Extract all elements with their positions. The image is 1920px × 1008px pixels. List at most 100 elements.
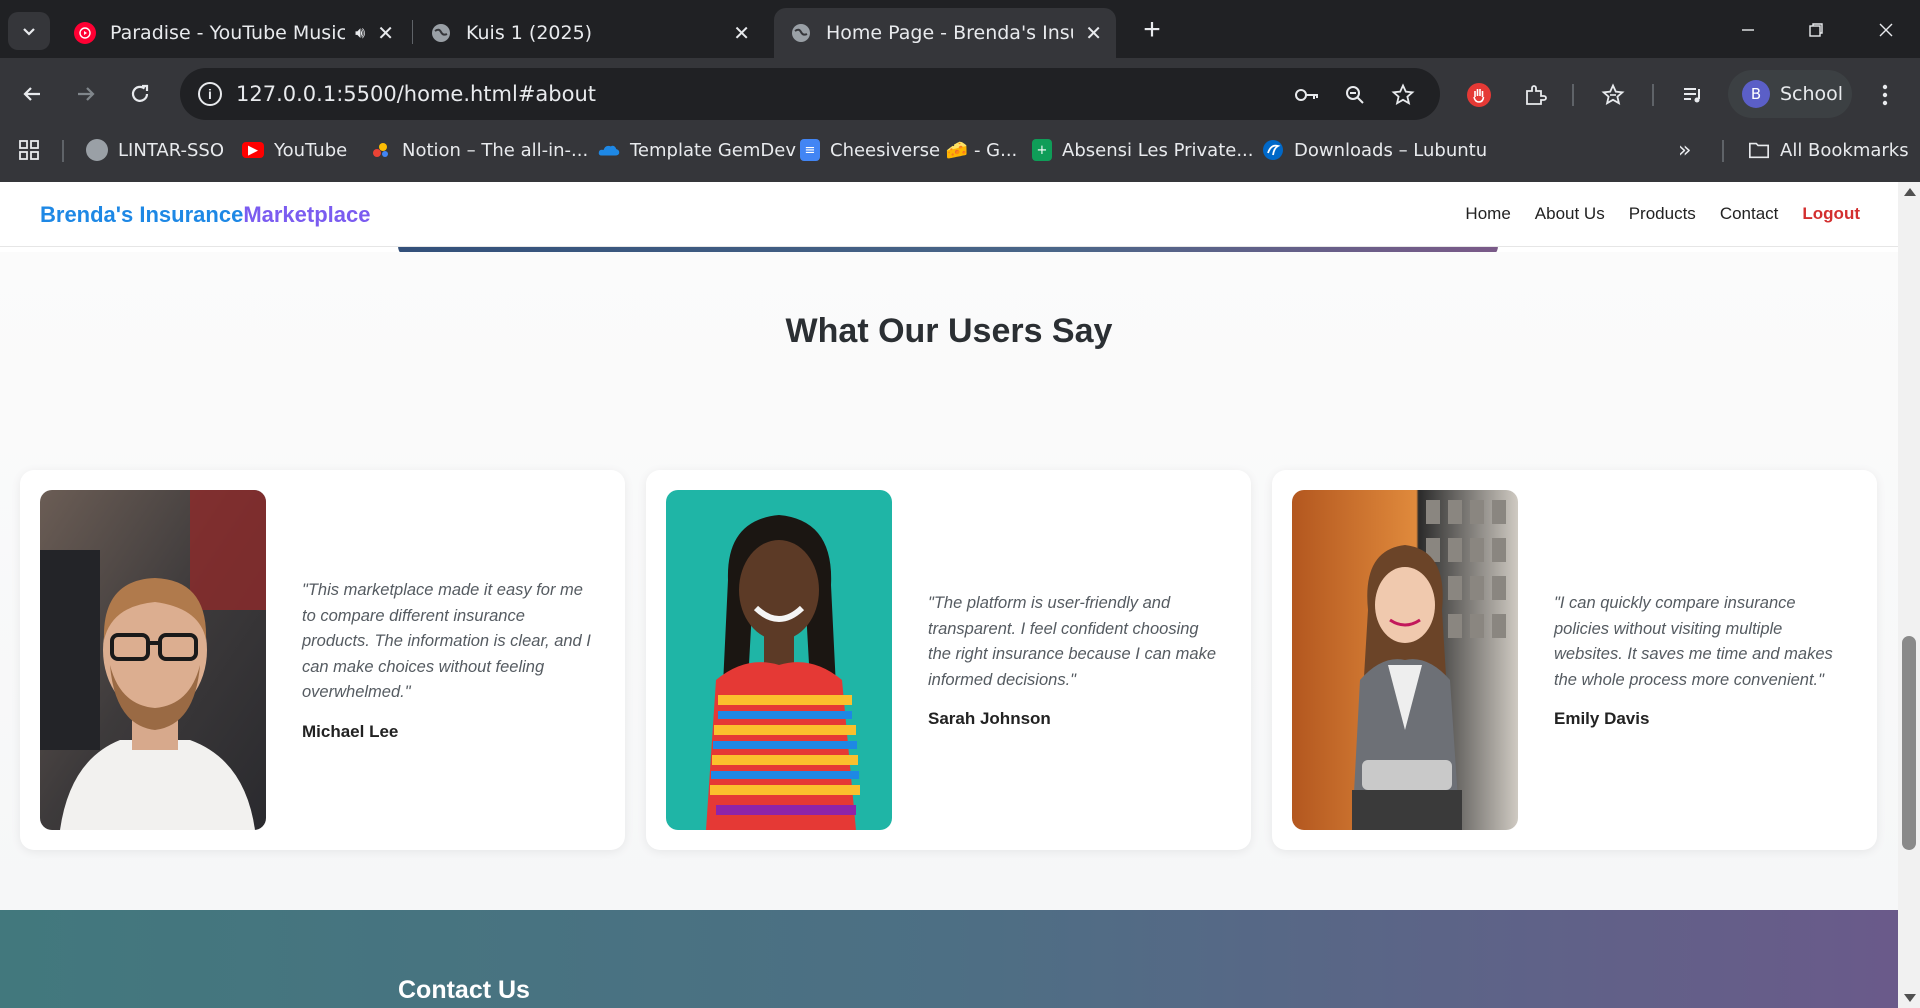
restore-button[interactable] xyxy=(1788,10,1844,50)
nav-links: Home About Us Products Contact Logout xyxy=(1465,204,1860,224)
testimonial-body: "The platform is user-friendly and trans… xyxy=(928,490,1218,830)
bookmark-template-gemdev[interactable]: Template GemDev xyxy=(598,136,796,164)
bookmark-separator xyxy=(62,140,64,162)
reading-list-star-icon[interactable] xyxy=(1596,78,1630,112)
onedrive-icon xyxy=(598,139,620,161)
youtube-icon: ▶ xyxy=(242,142,264,158)
scroll-up-arrow-icon[interactable] xyxy=(1904,188,1916,196)
user-photo-michael-lee xyxy=(40,490,266,830)
close-tab-icon[interactable]: ✕ xyxy=(733,21,750,45)
arrow-right-icon xyxy=(78,87,95,101)
testimonial-quote: "The platform is user-friendly and trans… xyxy=(928,594,1217,689)
bookmark-notion[interactable]: Notion – The all-in-... xyxy=(370,136,588,164)
tab-title: Kuis 1 (2025) xyxy=(466,22,593,44)
bookmark-label: Absensi Les Private... xyxy=(1062,139,1254,161)
site-info-icon[interactable]: i xyxy=(198,82,222,106)
tab-title: Paradise - YouTube Music xyxy=(110,22,346,44)
bookmark-label: YouTube xyxy=(274,139,348,161)
back-button[interactable] xyxy=(12,74,52,114)
testimonial-author: Sarah Johnson xyxy=(928,709,1051,728)
user-photo-sarah-johnson xyxy=(666,490,892,830)
all-bookmarks-button[interactable]: All Bookmarks xyxy=(1748,136,1909,164)
minimize-button[interactable] xyxy=(1720,10,1776,50)
profile-button[interactable]: B School xyxy=(1728,70,1852,118)
bookmark-lintar-sso[interactable]: LINTAR-SSO xyxy=(86,136,224,164)
browser-chrome: Paradise - YouTube Music 🔊︎ ✕ Kuis 1 (20… xyxy=(0,0,1920,182)
tab-youtube-music[interactable]: Paradise - YouTube Music 🔊︎ ✕ xyxy=(58,8,408,58)
kebab-menu-icon[interactable] xyxy=(1868,78,1902,112)
profile-name: School xyxy=(1780,83,1844,105)
user-photo-emily-davis xyxy=(1292,490,1518,830)
media-control-icon[interactable] xyxy=(1676,78,1710,112)
bookmark-star-icon[interactable] xyxy=(1388,80,1418,110)
site-logo[interactable]: Brenda's InsuranceMarketplace xyxy=(40,202,371,228)
bookmark-label: Cheesiverse 🧀 - G... xyxy=(830,139,1018,161)
nav-home-link[interactable]: Home xyxy=(1465,204,1510,224)
scroll-down-arrow-icon[interactable] xyxy=(1904,994,1916,1002)
scrollbar-thumb[interactable] xyxy=(1902,636,1916,850)
chevron-down-icon xyxy=(23,28,35,36)
contact-section: Contact Us xyxy=(0,910,1898,1008)
close-window-button[interactable] xyxy=(1858,10,1914,50)
tab-strip: Paradise - YouTube Music 🔊︎ ✕ Kuis 1 (20… xyxy=(0,0,1920,58)
bookmark-label: Notion – The all-in-... xyxy=(402,139,589,161)
toolbar-separator xyxy=(1572,84,1574,106)
tab-separator xyxy=(412,20,413,44)
all-bookmarks-label: All Bookmarks xyxy=(1780,139,1909,161)
zoom-icon[interactable] xyxy=(1340,80,1370,110)
extension-stop-icon[interactable] xyxy=(1462,78,1496,112)
globe-icon xyxy=(86,139,108,161)
forward-button[interactable] xyxy=(66,74,106,114)
new-tab-button[interactable]: + xyxy=(1132,12,1172,48)
brand-name-part2: Marketplace xyxy=(243,202,371,227)
section-title: What Our Users Say xyxy=(785,312,1113,350)
bookmark-label: Downloads – Lubuntu xyxy=(1294,139,1488,161)
youtube-music-icon xyxy=(74,22,96,44)
bookmark-cheesiverse[interactable]: ≡ Cheesiverse 🧀 - G... xyxy=(800,136,1017,164)
tab-home-page[interactable]: Home Page - Brenda's Insurance ✕ xyxy=(774,8,1116,58)
testimonial-quote: "I can quickly compare insurance policie… xyxy=(1554,594,1833,689)
reload-button[interactable] xyxy=(120,74,160,114)
key-icon[interactable] xyxy=(1292,80,1322,110)
notion-icon xyxy=(370,139,392,161)
address-bar[interactable]: i 127.0.0.1:5500/home.html#about xyxy=(180,68,1440,120)
bookmark-label: Template GemDev xyxy=(630,139,796,161)
folder-icon xyxy=(1748,139,1770,161)
testimonial-author: Emily Davis xyxy=(1554,709,1650,728)
tab-title: Home Page - Brenda's Insurance xyxy=(826,22,1073,44)
globe-icon xyxy=(430,22,452,44)
bookmark-downloads-lubuntu[interactable]: Downloads – Lubuntu xyxy=(1262,136,1487,164)
bookmark-absensi[interactable]: + Absensi Les Private... xyxy=(1032,136,1254,164)
nav-about-link[interactable]: About Us xyxy=(1535,204,1605,224)
site-navbar: Brenda's InsuranceMarketplace Home About… xyxy=(0,182,1898,247)
testimonial-card: "I can quickly compare insurance policie… xyxy=(1272,470,1877,850)
toolbar-separator xyxy=(1652,84,1654,106)
extensions-puzzle-icon[interactable] xyxy=(1518,78,1552,112)
nav-contact-link[interactable]: Contact xyxy=(1720,204,1779,224)
close-tab-icon[interactable]: ✕ xyxy=(1085,21,1102,45)
url-text[interactable]: 127.0.0.1:5500/home.html#about xyxy=(236,82,596,106)
more-bookmarks-chevron-icon[interactable]: » xyxy=(1678,136,1691,164)
logout-link[interactable]: Logout xyxy=(1802,204,1860,224)
testimonial-card: "This marketplace made it easy for me to… xyxy=(20,470,625,850)
tab-kuis[interactable]: Kuis 1 (2025) ✕ xyxy=(414,8,764,58)
close-tab-icon[interactable]: ✕ xyxy=(377,21,394,45)
bookmark-separator xyxy=(1722,140,1724,162)
reload-icon xyxy=(131,84,149,102)
web-page: Brenda's InsuranceMarketplace Home About… xyxy=(0,182,1898,1008)
apps-grid-icon[interactable] xyxy=(18,136,40,164)
page-scrollbar[interactable] xyxy=(1898,182,1920,1008)
bookmark-label: LINTAR-SSO xyxy=(118,139,225,161)
tab-search-button[interactable] xyxy=(8,12,50,50)
speaker-icon[interactable]: 🔊︎ xyxy=(355,23,365,43)
bookmark-youtube[interactable]: ▶ YouTube xyxy=(242,136,347,164)
globe-icon xyxy=(790,22,812,44)
avatar: B xyxy=(1742,80,1770,108)
brand-name-part1: Brenda's Insurance xyxy=(40,202,244,227)
bookmarks-bar: LINTAR-SSO ▶ YouTube Notion – The all-in… xyxy=(0,130,1920,170)
sheets-icon: + xyxy=(1032,139,1052,161)
nav-products-link[interactable]: Products xyxy=(1629,204,1696,224)
testimonial-card: "The platform is user-friendly and trans… xyxy=(646,470,1251,850)
testimonial-author: Michael Lee xyxy=(302,721,399,741)
testimonial-body: "I can quickly compare insurance policie… xyxy=(1554,490,1844,830)
